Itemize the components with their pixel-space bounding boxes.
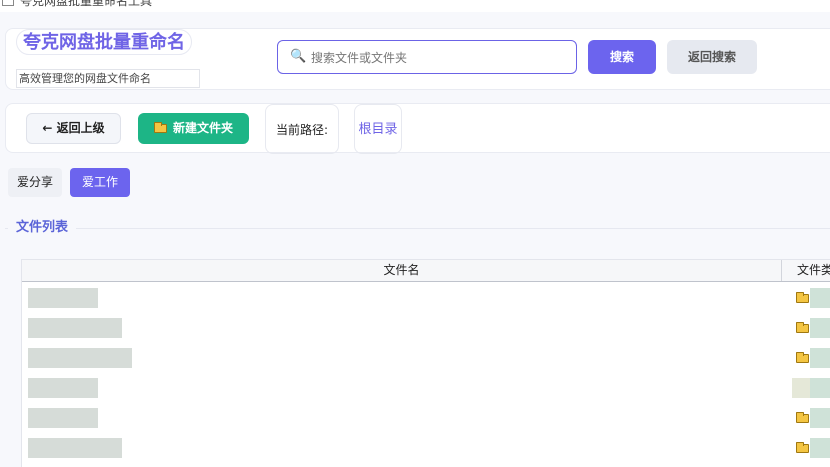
table-header: 文件名 文件类 [22, 260, 830, 282]
folder-icon [153, 122, 167, 133]
table-row[interactable] [22, 372, 830, 402]
redacted-type [810, 378, 830, 398]
folder-icon [796, 412, 809, 423]
type-cell [792, 288, 830, 308]
search-button[interactable]: 搜索 [588, 40, 656, 74]
file-list-title: 文件列表 [8, 219, 77, 237]
new-folder-label: 新建文件夹 [172, 121, 233, 135]
tab-ai-work[interactable]: 爱工作 [70, 168, 130, 197]
column-header-name[interactable]: 文件名 [22, 260, 782, 281]
table-row[interactable] [22, 282, 830, 312]
table-row[interactable] [22, 402, 830, 432]
search-box[interactable]: 🔍 [277, 40, 577, 74]
folder-icon [796, 322, 809, 333]
type-cell [792, 378, 830, 398]
column-header-type[interactable]: 文件类 [783, 260, 830, 281]
file-icon [792, 378, 810, 398]
file-table: 文件名 文件类 [21, 259, 830, 467]
type-cell [792, 318, 830, 338]
search-input[interactable] [311, 48, 566, 68]
type-cell [792, 438, 830, 458]
app-title: 夸克网盘批量重命名 [16, 29, 192, 55]
tab-ai-share[interactable]: 爱分享 [8, 168, 62, 197]
type-cell [792, 408, 830, 428]
toolbar: ← 返回上级 新建文件夹 当前路径: 根目录 [5, 103, 830, 154]
section-divider [5, 228, 830, 229]
redacted-filename [28, 378, 98, 398]
table-row[interactable] [22, 342, 830, 372]
window-titlebar: 夸克网盘批量重命名工具 [0, 0, 830, 12]
redacted-filename [28, 408, 98, 428]
table-row[interactable] [22, 432, 830, 462]
app-window-icon [2, 0, 14, 6]
type-cell [792, 348, 830, 368]
folder-icon [796, 292, 809, 303]
folder-icon [796, 352, 809, 363]
redacted-type [810, 288, 830, 308]
app-subtitle: 高效管理您的网盘文件命名 [16, 69, 200, 88]
redacted-type [810, 348, 830, 368]
redacted-filename [28, 288, 98, 308]
breadcrumb-root[interactable]: 根目录 [354, 104, 402, 154]
folder-icon [796, 442, 809, 453]
redacted-type [810, 318, 830, 338]
go-up-button[interactable]: ← 返回上级 [26, 113, 121, 144]
redacted-filename [28, 348, 132, 368]
redacted-type [810, 408, 830, 428]
new-folder-button[interactable]: 新建文件夹 [138, 113, 249, 144]
redacted-type [810, 438, 830, 458]
search-icon: 🔍 [290, 49, 307, 64]
back-to-search-button[interactable]: 返回搜索 [667, 40, 757, 74]
redacted-filename [28, 438, 122, 458]
current-path-label: 当前路径: [265, 104, 339, 154]
redacted-filename [28, 318, 122, 338]
window-title: 夸克网盘批量重命名工具 [20, 0, 153, 8]
table-row[interactable] [22, 312, 830, 342]
